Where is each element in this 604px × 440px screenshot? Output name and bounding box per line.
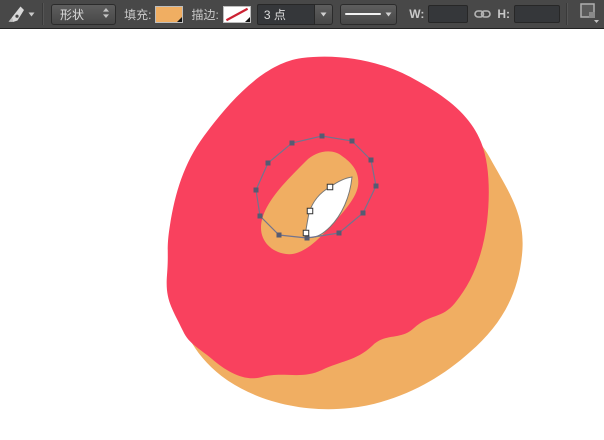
stroke-style-dropdown[interactable] (340, 4, 397, 25)
toolbar-divider (566, 3, 568, 25)
path-anchor-point[interactable] (320, 134, 325, 139)
chevron-down-icon (320, 12, 327, 17)
stroke-width-field[interactable]: 3 点 (257, 4, 315, 25)
swatch-caret-icon (177, 17, 182, 22)
stroke-swatch no-color-swatch[interactable] (223, 6, 251, 23)
fill-swatch[interactable] (155, 6, 183, 23)
path-anchor-point[interactable] (327, 184, 333, 190)
path-anchor-point[interactable] (350, 139, 355, 144)
document-canvas[interactable] (0, 29, 604, 440)
path-operations-icon (578, 2, 600, 24)
toolbar-divider (42, 3, 44, 25)
tool-mode-dropdown[interactable]: 形状 (51, 4, 116, 25)
path-anchor-point[interactable] (254, 188, 259, 193)
fill-label: 填充: (124, 6, 151, 23)
path-anchor-point[interactable] (277, 233, 282, 238)
stroke-width-dropdown-button[interactable] (315, 4, 333, 25)
tool-mode-value: 形状 (60, 6, 102, 23)
options-bar: 形状 填充: 描边: 3 点 W: (0, 0, 604, 29)
swatch-caret-icon (245, 17, 250, 22)
stroke-label: 描边: (191, 6, 218, 23)
path-anchor-point[interactable] (290, 141, 295, 146)
pen-tool-button[interactable] (0, 0, 39, 28)
spinner-arrows-icon (102, 7, 110, 22)
height-input[interactable] (514, 5, 560, 23)
path-anchor-point[interactable] (374, 184, 379, 189)
artwork (0, 29, 604, 440)
width-label: W: (409, 7, 424, 21)
chevron-down-icon (385, 12, 392, 17)
chain-link-icon (474, 8, 491, 20)
solid-stroke-preview-icon (345, 13, 381, 15)
pen-tool-caret-icon (28, 12, 35, 17)
path-anchor-point[interactable] (303, 230, 309, 236)
stroke-width-value: 3 点 (264, 6, 286, 23)
path-anchor-point[interactable] (369, 158, 374, 163)
path-anchor-point[interactable] (258, 214, 263, 219)
pen-tool-icon (6, 4, 26, 24)
height-label: H: (497, 7, 510, 21)
path-anchor-point[interactable] (266, 161, 271, 166)
path-anchor-point[interactable] (307, 208, 313, 214)
path-anchor-point[interactable] (337, 231, 342, 236)
link-dimensions-button[interactable] (474, 8, 491, 20)
path-anchor-point[interactable] (361, 211, 366, 216)
width-input[interactable] (428, 5, 468, 23)
path-operations-button[interactable] (578, 2, 600, 27)
